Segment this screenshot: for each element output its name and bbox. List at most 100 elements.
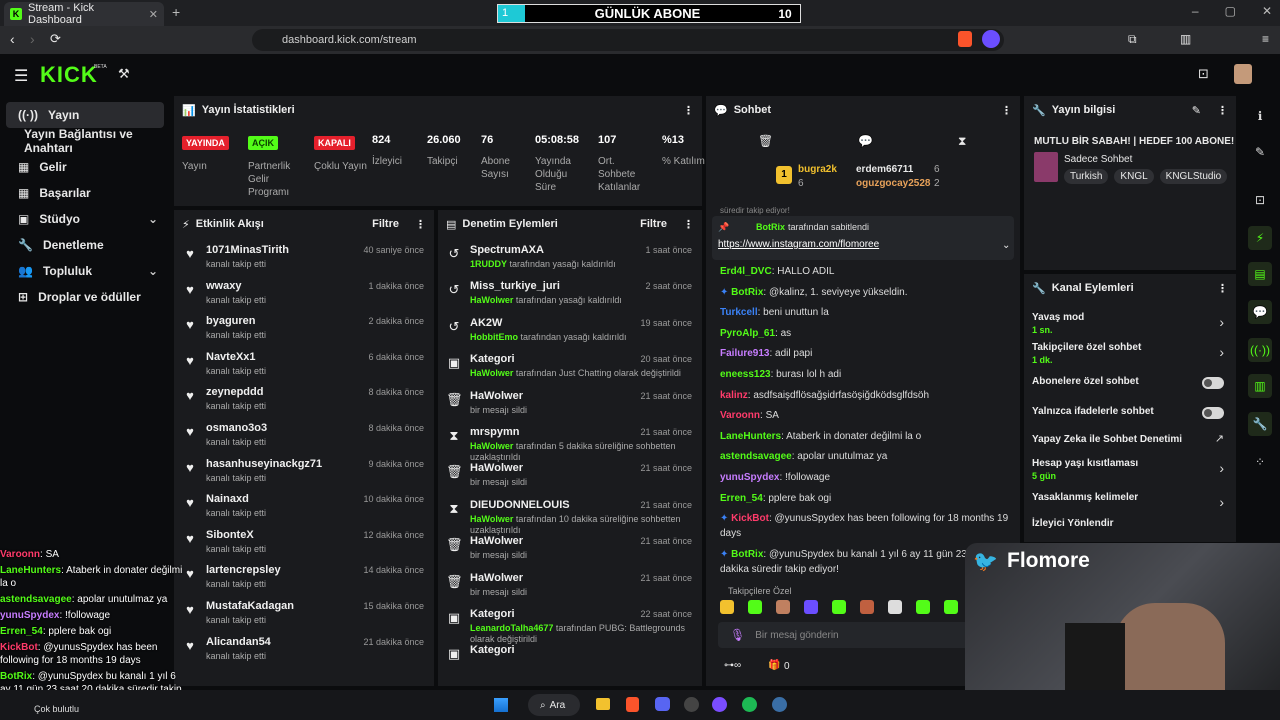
activity-row[interactable]: ♥ lartencrepsley kanalı takip etti 14 dakik… xyxy=(174,560,434,596)
more-icon[interactable]: ⋮ xyxy=(1001,104,1012,117)
extensions-icon[interactable]: ⧉ xyxy=(1128,32,1137,47)
activity-row[interactable]: ♥ NavteXx1 kanalı takip etti 6 dakika önce xyxy=(174,347,434,383)
activity-row[interactable]: ♥ osmano3o3 kanalı takip etti 8 dakika önce xyxy=(174,418,434,454)
layout-icon[interactable]: ▥ xyxy=(1248,374,1272,398)
emote-icon[interactable] xyxy=(720,600,734,614)
channel-action-row[interactable]: Yasaklanmış kelimeler xyxy=(1032,492,1232,503)
moderation-target[interactable]: HaWolwer xyxy=(470,390,523,402)
link-icon[interactable]: ⊶∞ xyxy=(724,660,741,671)
moderation-row[interactable]: 🗑 HaWolwer bir mesajı sildi 21 saat önce xyxy=(438,531,702,567)
activity-row[interactable]: ♥ byaguren kanalı takip etti 2 dakika önce xyxy=(174,311,434,347)
hourglass-icon[interactable]: ⧗ xyxy=(958,134,966,149)
moderation-target[interactable]: HaWolwer xyxy=(470,572,523,584)
new-tab-button[interactable]: + xyxy=(172,4,180,20)
edit-icon[interactable]: ✎ xyxy=(1192,104,1201,117)
sidebar-item-denetleme[interactable]: 🔧 Denetleme xyxy=(6,232,164,258)
emote-icon[interactable] xyxy=(776,600,790,614)
activity-row[interactable]: ♥ Alicandan54 kanalı takip etti 21 dakika ö… xyxy=(174,632,434,668)
moderation-target[interactable]: Kategori xyxy=(470,353,515,365)
top-chatter-name[interactable]: bugra2k xyxy=(798,164,837,175)
file-explorer-icon[interactable] xyxy=(596,698,610,710)
activity-row[interactable]: ♥ MustafaKadagan kanalı takip etti 15 dakik… xyxy=(174,596,434,632)
activity-user[interactable]: hasanhuseyinackgz71 xyxy=(206,458,322,470)
discord-icon[interactable] xyxy=(655,697,670,711)
channel-action-row[interactable]: İzleyici Yönlendir xyxy=(1032,518,1232,529)
brave-shield-icon[interactable] xyxy=(958,31,972,47)
app-icon[interactable] xyxy=(712,697,727,712)
moderation-target[interactable]: HaWolwer xyxy=(470,462,523,474)
close-tab-icon[interactable]: ✕ xyxy=(149,8,158,21)
chat-username[interactable]: Failure913 xyxy=(720,348,769,359)
activity-row[interactable]: ♥ SibonteX kanalı takip etti 12 dakika önce xyxy=(174,525,434,561)
activity-user[interactable]: Alicandan54 xyxy=(206,636,271,648)
moderation-target[interactable]: Miss_turkiye_juri xyxy=(470,280,560,292)
moderation-filter-button[interactable]: Filtre xyxy=(640,218,667,230)
sidebar-toggle-icon[interactable]: ▥ xyxy=(1180,32,1191,46)
activity-row[interactable]: ♥ wwaxy kanalı takip etti 1 dakika önce xyxy=(174,276,434,312)
activity-user[interactable]: osmano3o3 xyxy=(206,422,267,434)
maximize-button[interactable]: ▢ xyxy=(1225,4,1236,18)
spotify-icon[interactable] xyxy=(742,697,757,712)
top-chatter-name[interactable]: oguzgocay2528 xyxy=(856,178,930,189)
moderation-row[interactable]: ↺ AK2W HobbitEmo tarafından yasağı kaldırı… xyxy=(438,313,702,349)
toggle-switch[interactable] xyxy=(1202,377,1224,389)
category-name[interactable]: Sadece Sohbet xyxy=(1064,154,1132,165)
activity-user[interactable]: SibonteX xyxy=(206,529,254,541)
emote-icon[interactable] xyxy=(832,600,846,614)
more-icon[interactable]: ⋮ xyxy=(1217,104,1228,117)
moderation-target[interactable]: DIEUDONNELOUIS xyxy=(470,499,570,511)
chat-username[interactable]: eneess123 xyxy=(720,369,771,380)
activity-user[interactable]: zeynepddd xyxy=(206,386,263,398)
channel-action-row[interactable]: Hesap yaşı kısıtlaması 5 gün xyxy=(1032,458,1232,481)
capture-icon[interactable]: ⊡ xyxy=(1248,188,1272,212)
sidebar-item-gelir[interactable]: ▦ Gelir xyxy=(6,154,164,180)
moderation-row[interactable]: ↺ SpectrumAXA 1RUDDY tarafından yasağı kal… xyxy=(438,240,702,276)
moderator-name[interactable]: HobbitEmo xyxy=(470,332,518,342)
chat-username[interactable]: Varoonn xyxy=(720,410,760,421)
chat-username[interactable]: astendsavagee xyxy=(720,451,792,462)
rewards-icon[interactable] xyxy=(982,30,1000,48)
tools-icon[interactable]: ⚒ xyxy=(118,66,130,82)
sidebar-item-topluluk[interactable]: 👥 Topluluk ⌄ xyxy=(6,258,164,284)
chat-username[interactable]: yunuSpydex xyxy=(720,472,779,483)
info-icon[interactable]: ℹ xyxy=(1248,104,1272,128)
activity-row[interactable]: ♥ 1071MinasTirith kanalı takip etti 40 sani… xyxy=(174,240,434,276)
more-icon[interactable]: ⋮ xyxy=(415,218,426,231)
emote-icon[interactable] xyxy=(860,600,874,614)
activity-filter-button[interactable]: Filtre xyxy=(372,218,399,230)
url-field[interactable]: dashboard.kick.com/stream xyxy=(252,29,1004,51)
chat-username[interactable]: Erd4l_DVC xyxy=(720,266,772,277)
moderator-name[interactable]: HaWolwer xyxy=(470,295,513,305)
chat-username[interactable]: BotRix xyxy=(731,287,763,298)
moderation-row[interactable]: ▣ Kategori LeanardoTalha4677 tarafından PU… xyxy=(438,604,702,644)
tag-chip[interactable]: Turkish xyxy=(1064,169,1109,184)
moderation-row[interactable]: ⧗ mrspymn HaWolwer tarafından 5 dakika sür… xyxy=(438,422,702,462)
forward-icon[interactable]: › xyxy=(30,31,35,47)
moderation-target[interactable]: AK2W xyxy=(470,317,502,329)
moderation-row[interactable]: ▣ Kategori HaWolwer tarafından Just Chatti… xyxy=(438,349,702,385)
sidebar-item-stream-key[interactable]: Yayın Bağlantısı ve Anahtarı xyxy=(6,127,164,155)
moderator-name[interactable]: 1RUDDY xyxy=(470,259,507,269)
trash-icon[interactable]: 🗑 xyxy=(758,134,773,148)
moderator-name[interactable]: HaWolwer xyxy=(470,441,513,451)
sidebar-item-yayin[interactable]: ((·)) Yayın xyxy=(6,102,164,128)
gift-icon[interactable]: 🎁 xyxy=(768,660,780,671)
moderation-target[interactable]: SpectrumAXA xyxy=(470,244,544,256)
top-chatter-name[interactable]: erdem66711 xyxy=(856,164,913,175)
moderation-target[interactable]: HaWolwer xyxy=(470,535,523,547)
emote-icon[interactable] xyxy=(916,600,930,614)
hamburger-icon[interactable]: ☰ xyxy=(14,66,28,86)
channel-action-row[interactable]: Yavaş mod 1 sn. xyxy=(1032,312,1232,335)
moderation-row[interactable]: ▣ Kategori xyxy=(438,640,702,676)
external-link-icon[interactable]: ↗ xyxy=(1215,432,1224,445)
broadcast-icon[interactable]: ((·)) xyxy=(1248,338,1272,362)
chevron-right-icon[interactable]: › xyxy=(1219,494,1224,510)
activity-user[interactable]: 1071MinasTirith xyxy=(206,244,289,256)
close-window-button[interactable]: ✕ xyxy=(1262,4,1272,18)
menu-icon[interactable]: ≡ xyxy=(1262,32,1269,46)
moderator-name[interactable]: HaWolwer xyxy=(470,514,513,524)
edit-icon[interactable]: ✎ xyxy=(1248,140,1272,164)
moderation-row[interactable]: ↺ Miss_turkiye_juri HaWolwer tarafından ya… xyxy=(438,276,702,312)
browser-tab[interactable]: K Stream - Kick Dashboard ✕ xyxy=(4,2,164,26)
activity-row[interactable]: ♥ zeynepddd kanalı takip etti 8 dakika önce xyxy=(174,382,434,418)
